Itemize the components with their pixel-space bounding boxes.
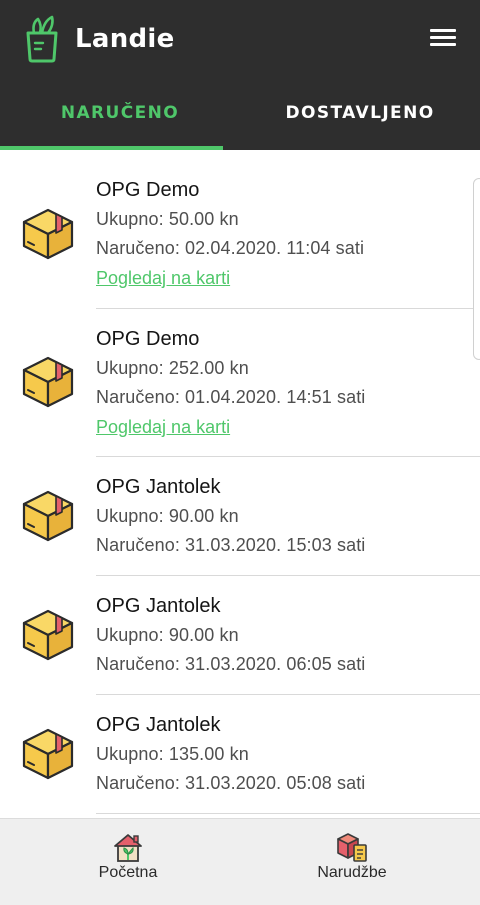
menu-bar xyxy=(430,29,456,32)
order-date: Naručeno: 02.04.2020. 11:04 sati xyxy=(96,238,365,258)
grocery-bag-icon xyxy=(26,15,58,63)
order-date: Naručeno: 31.03.2020. 15:03 sati xyxy=(96,535,366,555)
order-card[interactable]: OPG Demo Ukupno: 50.00 kn Naručeno: 02.0… xyxy=(0,150,480,308)
app-title: Landie xyxy=(75,24,175,54)
order-total: Ukupno: 135.00 kn xyxy=(96,744,249,764)
order-card[interactable]: OPG Jantolek Ukupno: 90.00 kn Naručeno: … xyxy=(0,575,480,694)
order-date: Naručeno: 01.04.2020. 14:51 sati xyxy=(96,387,366,407)
orders-icon xyxy=(337,833,367,862)
divider xyxy=(96,813,480,814)
home-icon xyxy=(114,834,142,862)
order-total: Ukupno: 252.00 kn xyxy=(96,358,249,378)
tab-bar: NARUČENO DOSTAVLJENO xyxy=(0,82,480,150)
farm-name: OPG Demo xyxy=(96,328,200,350)
package-box-icon xyxy=(20,726,76,782)
app-bar: Landie NARUČENO DOSTAVLJENO xyxy=(0,0,480,150)
view-on-map-link[interactable]: Pogledaj na karti xyxy=(96,268,230,289)
tab-ordered[interactable]: NARUČENO xyxy=(0,82,240,150)
order-total: Ukupno: 50.00 kn xyxy=(96,209,239,229)
nav-orders-label: Narudžbe xyxy=(317,864,387,881)
order-card[interactable]: OPG Jantolek Ukupno: 90.00 kn Naručeno: … xyxy=(0,456,480,575)
package-box-icon xyxy=(20,354,76,410)
package-box-icon xyxy=(20,206,76,262)
bottom-navigation: Početna Narudžbe xyxy=(0,818,480,905)
orders-list[interactable]: OPG Demo Ukupno: 50.00 kn Naručeno: 02.0… xyxy=(0,150,480,818)
farm-name: OPG Jantolek xyxy=(96,714,221,736)
order-card[interactable]: OPG Jantolek Ukupno: 135.00 kn Naručeno:… xyxy=(0,694,480,813)
package-box-icon xyxy=(20,607,76,663)
farm-name: OPG Demo xyxy=(96,179,200,201)
nav-home-label: Početna xyxy=(98,864,158,881)
brand: Landie xyxy=(22,14,175,64)
order-total: Ukupno: 90.00 kn xyxy=(96,625,239,645)
view-on-map-link[interactable]: Pogledaj na karti xyxy=(96,417,230,438)
order-date: Naručeno: 31.03.2020. 05:08 sati xyxy=(96,773,366,793)
tab-delivered[interactable]: DOSTAVLJENO xyxy=(240,82,480,150)
order-card[interactable]: OPG Demo Ukupno: 252.00 kn Naručeno: 01.… xyxy=(0,308,480,456)
farm-name: OPG Jantolek xyxy=(96,595,221,617)
nav-home[interactable]: Početna xyxy=(8,819,248,905)
order-total: Ukupno: 90.00 kn xyxy=(96,506,239,526)
scrollbar[interactable] xyxy=(473,178,480,360)
farm-name: OPG Jantolek xyxy=(96,476,221,498)
menu-bar xyxy=(430,43,456,46)
hamburger-menu-icon[interactable] xyxy=(428,25,460,51)
menu-bar xyxy=(430,36,456,39)
package-box-icon xyxy=(20,488,76,544)
order-date: Naručeno: 31.03.2020. 06:05 sati xyxy=(96,654,366,674)
nav-orders[interactable]: Narudžbe xyxy=(232,819,472,905)
